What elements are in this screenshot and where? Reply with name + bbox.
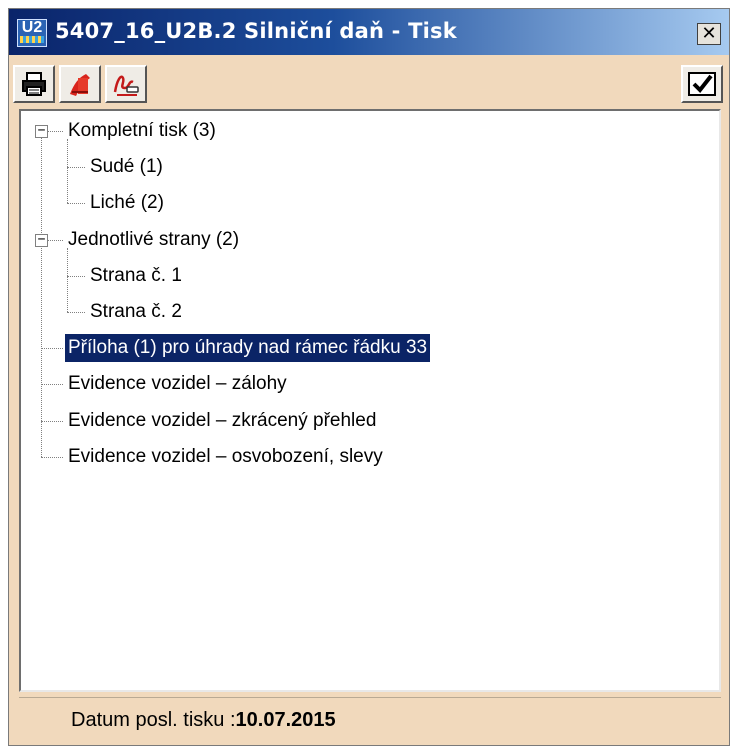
tree-branch-line [67,203,85,205]
tree-collapse-icon[interactable]: − [35,124,48,138]
signature-button[interactable] [105,65,147,103]
print-button[interactable] [13,65,55,103]
tree-node[interactable]: Kompletní tisk (3) [65,117,219,145]
tree-branch-line [41,384,63,386]
tree-branch-line [67,275,85,277]
print-options-tree[interactable]: − Kompletní tisk (3) Sudé (1) Liché (2) − Jed… [19,109,721,692]
last-print-label: Datum posl. tisku :10.07.2015 [71,698,336,742]
tree-branch-line [41,420,63,422]
pdf-export-icon [70,74,90,96]
print-icon [22,72,46,96]
confirm-button[interactable] [681,65,723,103]
close-icon: ✕ [701,23,717,44]
tree-root-line [41,131,42,457]
title-bar[interactable]: U2 5407_16_U2B.2 Silniční daň - Tisk ✕ [9,9,729,55]
tree-node[interactable]: Příloha (1) pro úhrady nad rámec řádku 3… [65,334,431,363]
status-bar: Datum posl. tisku :10.07.2015 [19,697,721,742]
pdf-export-button[interactable] [59,65,101,103]
tree-branch-line [67,167,85,169]
last-print-label-text: Datum posl. tisku : [71,709,236,731]
tree-subnode[interactable]: Strana č. 1 [87,262,185,290]
tree-branch-line [67,312,85,313]
app-logo-icon: U2 [17,19,47,47]
app-icon-text: U2 [21,19,43,36]
tree-branch-line [41,456,63,458]
toolbar [9,59,729,107]
signature-icon [113,75,139,96]
tree-child-line [67,139,68,204]
checkmark-icon [688,72,716,96]
tree-node[interactable]: Evidence vozidel – osvobození, slevy [65,443,386,471]
tree-node[interactable]: Evidence vozidel – zkrácený přehled [65,407,379,435]
tree-node[interactable]: Evidence vozidel – zálohy [65,370,290,398]
last-print-date: 10.07.2015 [235,709,336,731]
tree-subnode[interactable]: Liché (2) [87,189,167,217]
close-button[interactable]: ✕ [697,23,721,45]
tree-branch-line [41,348,63,350]
tree-subnode[interactable]: Strana č. 2 [87,298,185,326]
tree-subnode[interactable]: Sudé (1) [87,153,166,181]
tree-collapse-icon[interactable]: − [35,233,48,247]
tree-node[interactable]: Jednotlivé strany (2) [65,226,242,254]
window-title: 5407_16_U2B.2 Silniční daň - Tisk [55,19,457,43]
print-dialog-window: U2 5407_16_U2B.2 Silniční daň - Tisk ✕ −… [8,8,730,746]
tree-child-line [67,247,68,312]
